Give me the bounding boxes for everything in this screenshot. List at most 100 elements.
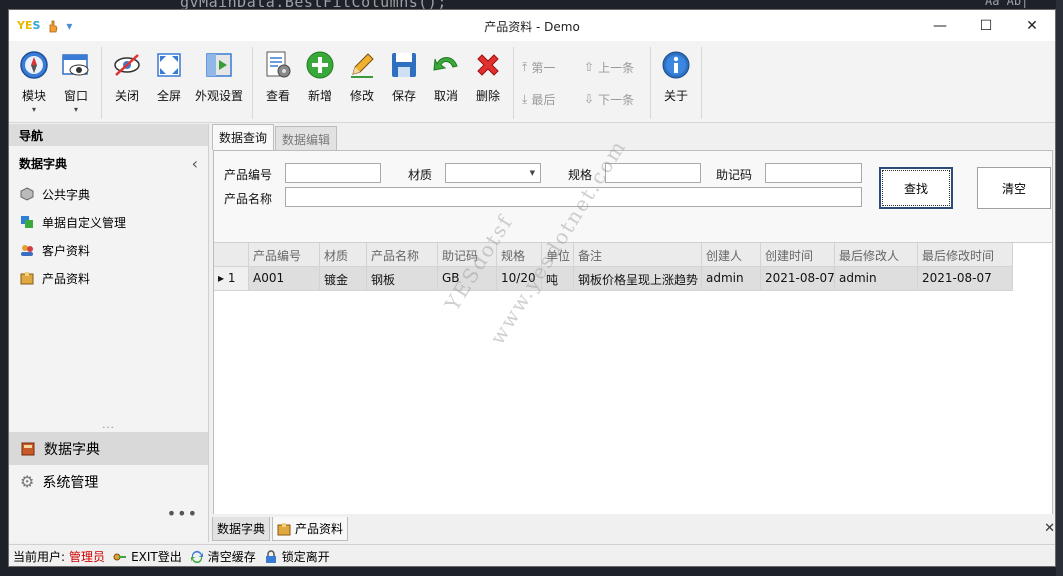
table-cell[interactable]: A001 xyxy=(249,267,320,291)
app-window: YES ▾ 产品资料 - Demo — ☐ ✕ 模块 ▾ 窗口 ▾ 关闭 全屏 … xyxy=(8,9,1056,567)
close-tab-button[interactable]: 关闭 xyxy=(106,47,148,119)
spec-label: 规格 xyxy=(568,168,593,182)
doc-tab-product[interactable]: 产品资料 xyxy=(272,517,349,541)
close-window-button[interactable]: ✕ xyxy=(1009,10,1055,41)
column-header[interactable]: 最后修改时间 xyxy=(918,243,1013,267)
clear-cache-button[interactable]: 清空缓存 xyxy=(190,548,256,565)
table-cell[interactable]: admin xyxy=(835,267,918,291)
navigation-panel: 导航 数据字典 ‹ 公共字典 单据自定义管理 客户资料 产品资料 ... 数据字… xyxy=(9,124,209,542)
gear-icon: ⚙ xyxy=(20,472,35,491)
product-box-icon xyxy=(277,522,291,535)
edit-button[interactable]: 修改 xyxy=(341,47,383,119)
logout-button[interactable]: EXIT登出 xyxy=(113,548,182,565)
nav-pane-data-dictionary[interactable]: 数据字典 xyxy=(9,432,208,465)
table-cell[interactable]: 镀金 xyxy=(320,267,367,291)
background-code-text-right: Aa Ab| xyxy=(985,0,1029,8)
table-cell[interactable]: 10/20 xyxy=(497,267,542,291)
nav-item-document-custom[interactable]: 单据自定义管理 xyxy=(9,208,208,236)
ribbon-group-about: 关于 xyxy=(651,47,702,119)
material-select[interactable]: ▼ xyxy=(445,163,541,183)
first-icon: ⤒ xyxy=(522,59,528,74)
column-header[interactable]: 单位 xyxy=(542,243,574,267)
background-edge xyxy=(1056,0,1063,576)
nav-item-customer[interactable]: 客户资料 xyxy=(9,236,208,264)
chevron-down-icon: ▼ xyxy=(529,169,535,177)
column-header[interactable]: 最后修改人 xyxy=(835,243,918,267)
collapse-chevron-icon[interactable]: ‹ xyxy=(192,154,198,173)
column-header[interactable]: 助记码 xyxy=(438,243,497,267)
column-header[interactable]: 材质 xyxy=(320,243,367,267)
tab-data-query[interactable]: 数据查询 xyxy=(212,124,275,150)
doc-tab-data-dictionary[interactable]: 数据字典 xyxy=(212,517,271,541)
row-indicator-header xyxy=(214,243,249,267)
nav-more-button[interactable]: ••• xyxy=(167,504,198,523)
status-bar: 当前用户: 管理员 EXIT登出 清空缓存 锁定离开 xyxy=(9,544,1055,566)
delete-button[interactable]: 删除 xyxy=(467,47,509,119)
last-record-button[interactable]: ⤓ 最后 xyxy=(522,91,572,108)
splitter-handle[interactable]: ... xyxy=(9,420,208,431)
compass-icon xyxy=(20,51,48,79)
column-header[interactable]: 规格 xyxy=(497,243,542,267)
first-record-button[interactable]: ⤒ 第一 xyxy=(522,59,572,76)
product-name-label: 产品名称 xyxy=(224,192,273,206)
next-record-button[interactable]: ⇩ 下一条 xyxy=(584,91,642,108)
table-cell[interactable]: 2021-08-07 xyxy=(761,267,835,291)
lock-button[interactable]: 锁定离开 xyxy=(264,548,330,565)
module-button[interactable]: 模块 ▾ xyxy=(13,47,55,119)
last-icon: ⤓ xyxy=(522,91,528,106)
maximize-button[interactable]: ☐ xyxy=(963,10,1009,41)
content-area: 数据查询 数据编辑 产品编号 材质 ▼ 规格 助记码 产品名称 查找 清空 产品… xyxy=(210,124,1055,542)
grid-header-row: 产品编号 材质 产品名称 助记码 规格 单位 备注 创建人 创建时间 最后修改人… xyxy=(214,243,1052,267)
user-name: 管理员 xyxy=(69,550,106,564)
column-header[interactable]: 产品名称 xyxy=(367,243,438,267)
spec-input[interactable] xyxy=(605,163,701,183)
save-icon xyxy=(392,53,416,77)
view-doc-icon xyxy=(266,51,291,78)
close-document-icon[interactable]: ✕ xyxy=(1044,521,1055,536)
clear-button[interactable]: 清空 xyxy=(977,167,1051,209)
document-tabs: 数据字典 产品资料 ✕ xyxy=(210,517,1055,541)
key-exit-icon xyxy=(113,553,127,560)
add-button[interactable]: 新增 xyxy=(299,47,341,119)
nav-item-product[interactable]: 产品资料 xyxy=(9,264,208,292)
column-header[interactable]: 产品编号 xyxy=(249,243,320,267)
mnemonic-input[interactable] xyxy=(765,163,862,183)
delete-icon xyxy=(477,54,499,76)
product-code-input[interactable] xyxy=(285,163,381,183)
table-cell[interactable]: 钢板价格呈现上涨趋势 xyxy=(574,267,702,291)
table-row[interactable]: ▸ 1 A001 镀金 钢板 GB 10/20 吨 钢板价格呈现上涨趋势 adm… xyxy=(214,267,1052,291)
table-cell[interactable]: 钢板 xyxy=(367,267,438,291)
product-box-icon xyxy=(20,272,34,285)
arrow-up-icon: ⇧ xyxy=(584,60,595,74)
window-button[interactable]: 窗口 ▾ xyxy=(55,47,97,119)
tab-data-edit[interactable]: 数据编辑 xyxy=(275,126,338,150)
prev-record-button[interactable]: ⇧ 上一条 xyxy=(584,59,642,76)
column-header[interactable]: 创建时间 xyxy=(761,243,835,267)
minimize-button[interactable]: — xyxy=(917,10,963,41)
view-button[interactable]: 查看 xyxy=(257,47,299,119)
appearance-button[interactable]: 外观设置 xyxy=(190,47,248,119)
about-button[interactable]: 关于 xyxy=(655,47,697,119)
table-cell[interactable]: 2021-08-07 xyxy=(918,267,1013,291)
window-icon xyxy=(62,54,89,76)
column-header[interactable]: 创建人 xyxy=(702,243,761,267)
column-header[interactable]: 备注 xyxy=(574,243,702,267)
users-icon xyxy=(21,245,33,256)
current-user: 当前用户: 管理员 xyxy=(13,550,106,564)
form-icon xyxy=(21,216,33,228)
add-icon xyxy=(306,51,334,79)
fullscreen-button[interactable]: 全屏 xyxy=(148,47,190,119)
save-button[interactable]: 保存 xyxy=(383,47,425,119)
arrow-down-icon: ⇩ xyxy=(584,92,595,106)
table-cell[interactable]: admin xyxy=(702,267,761,291)
search-button[interactable]: 查找 xyxy=(879,167,953,209)
book-icon xyxy=(21,442,35,455)
product-name-input[interactable] xyxy=(285,187,862,207)
nav-group-data-dictionary[interactable]: 数据字典 ‹ xyxy=(9,146,208,180)
cancel-button[interactable]: 取消 xyxy=(425,47,467,119)
nav-item-public-dictionary[interactable]: 公共字典 xyxy=(9,180,208,208)
nav-pane-system-management[interactable]: ⚙ 系统管理 xyxy=(9,465,208,498)
query-panel: 产品编号 材质 ▼ 规格 助记码 产品名称 查找 清空 产品编号 材质 产品名称 xyxy=(213,150,1053,514)
table-cell[interactable]: GB xyxy=(438,267,497,291)
table-cell[interactable]: 吨 xyxy=(542,267,574,291)
